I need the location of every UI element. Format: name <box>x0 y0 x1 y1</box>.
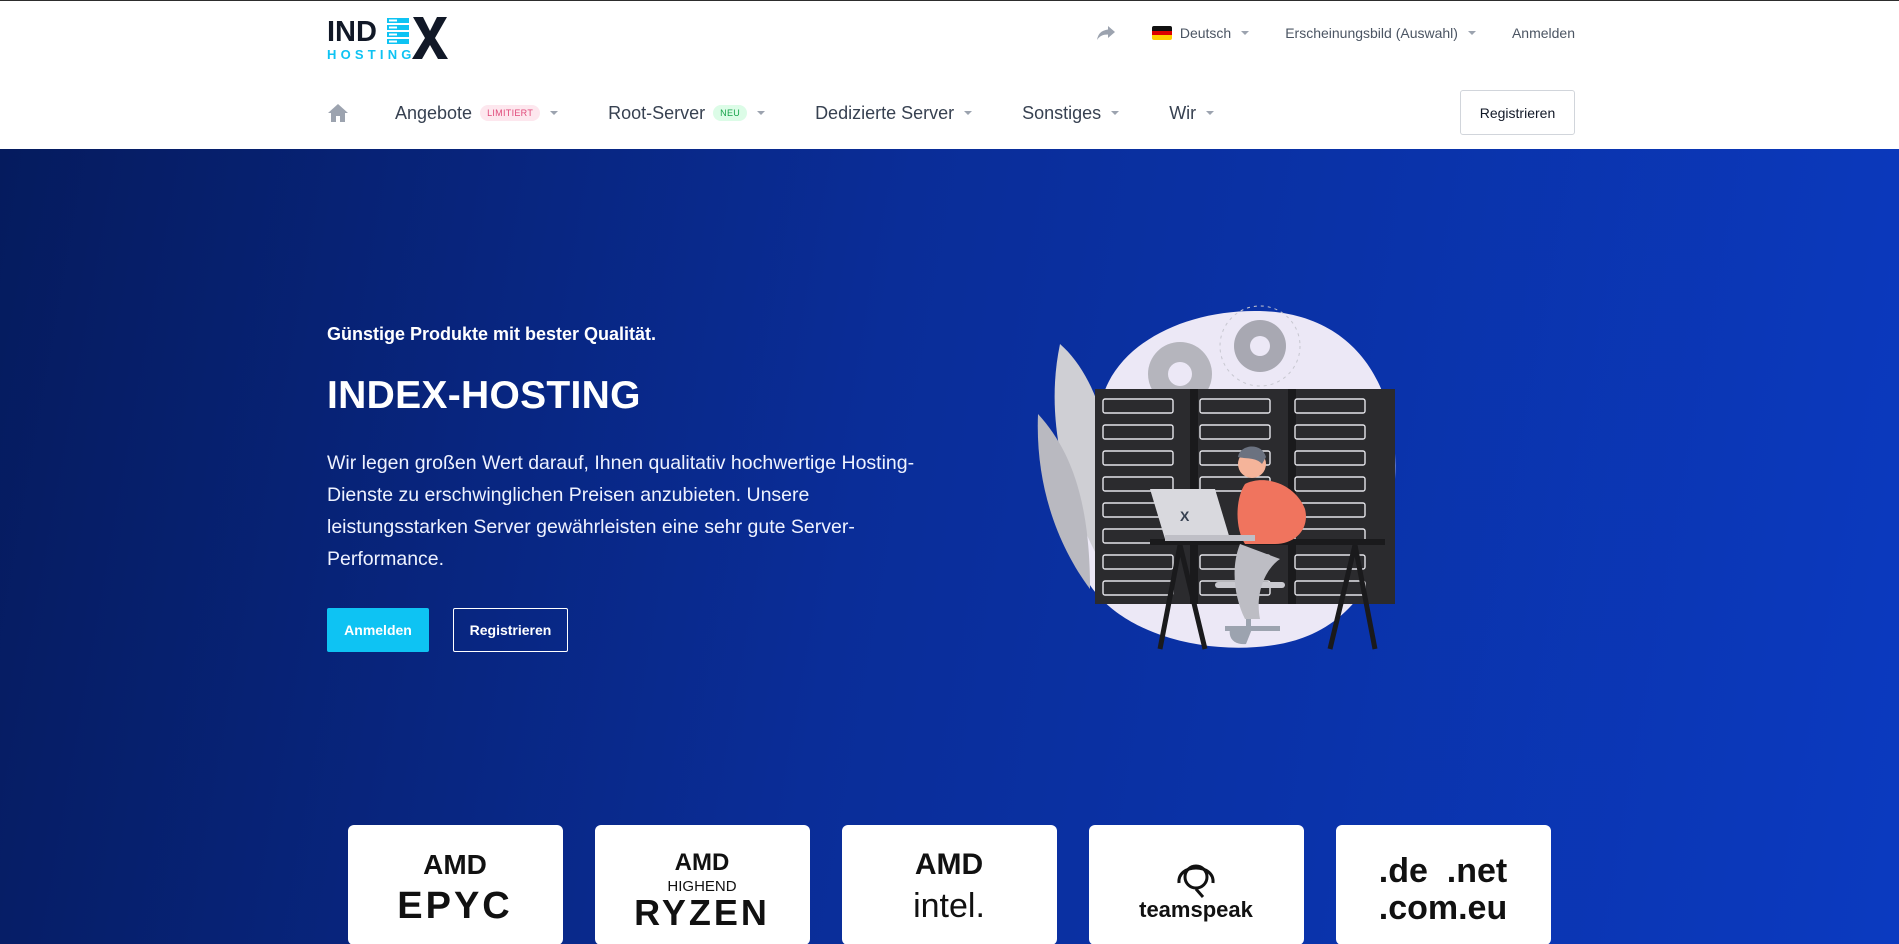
partner-line1: AMD <box>915 848 983 881</box>
domains-card: .de .net .com.eu <box>1336 825 1551 944</box>
nav-item-wir[interactable]: Wir <box>1169 102 1215 124</box>
chevron-down-icon <box>1206 111 1215 115</box>
amd-intel-card: AMD intel. <box>842 825 1057 944</box>
nav-item-angebote[interactable]: Angebote LIMITIERT <box>395 102 559 124</box>
login-link[interactable]: Anmelden <box>1512 25 1575 41</box>
nav-item-root-server[interactable]: Root-Server NEU <box>608 102 766 124</box>
hero-login-button[interactable]: Anmelden <box>327 608 429 652</box>
svg-text:IND: IND <box>327 16 377 48</box>
partner-line1: AMD <box>675 849 730 876</box>
nav-item-sonstiges[interactable]: Sonstiges <box>1022 102 1120 124</box>
chevron-down-icon <box>964 111 973 115</box>
amd-ryzen-card: AMD HIGHEND RYZEN <box>595 825 810 944</box>
chevron-down-icon <box>1467 31 1476 35</box>
appearance-label: Erscheinungsbild (Auswahl) <box>1285 25 1458 41</box>
nav-item-dedizierte-server[interactable]: Dedizierte Server <box>815 102 973 124</box>
partner-logos: AMD EPYC AMD HIGHEND RYZEN AMD intel. te… <box>348 825 1551 944</box>
main-nav: Angebote LIMITIERT Root-Server NEU Dediz… <box>327 99 1264 127</box>
nav-label: Sonstiges <box>1022 102 1102 123</box>
register-button[interactable]: Registrieren <box>1460 90 1575 135</box>
nav-label: Angebote <box>395 102 473 123</box>
appearance-selector[interactable]: Erscheinungsbild (Auswahl) <box>1285 25 1476 41</box>
chevron-down-icon <box>550 111 559 115</box>
nav-label: Root-Server <box>608 102 706 123</box>
partner-line1: AMD <box>423 849 487 880</box>
index-hosting-logo[interactable]: IND HOSTING <box>327 15 462 61</box>
hero-subtitle: Günstige Produkte mit bester Qualität. <box>327 324 657 344</box>
svg-text:X: X <box>1180 508 1190 524</box>
partner-line2: RYZEN <box>634 892 770 933</box>
site-header: IND HOSTING Deutsch Erscheinungsbild (Au… <box>0 1 1899 149</box>
partner-line2: EPYC <box>397 885 512 927</box>
chevron-down-icon <box>1241 31 1250 35</box>
server-admin-illustration: X <box>1037 305 1396 650</box>
svg-text:HOSTING: HOSTING <box>327 47 416 61</box>
home-icon[interactable] <box>327 103 349 123</box>
language-label: Deutsch <box>1179 25 1232 41</box>
hero-description: Wir legen großen Wert darauf, Ihnen qual… <box>327 452 915 570</box>
hero-title: INDEX-HOSTING <box>327 374 641 417</box>
share-button[interactable] <box>1096 25 1116 41</box>
partner-line1: .de .net <box>1379 852 1507 890</box>
hero-section: Günstige Produkte mit bester Qualität. I… <box>0 149 1899 944</box>
nav-label: Wir <box>1169 102 1197 123</box>
language-selector[interactable]: Deutsch <box>1151 25 1250 41</box>
partner-line2: intel. <box>913 887 985 925</box>
chevron-down-icon <box>757 111 766 115</box>
nav-label: Dedizierte Server <box>815 102 955 123</box>
partner-line2: .com.eu <box>1379 889 1507 927</box>
hero-register-button[interactable]: Registrieren <box>453 608 568 652</box>
top-utility-bar: Deutsch Erscheinungsbild (Auswahl) Anmel… <box>1096 25 1575 41</box>
partner-line2: teamspeak <box>1139 897 1254 922</box>
share-icon <box>1096 26 1115 40</box>
headset-icon <box>1177 864 1215 898</box>
new-badge: NEU <box>713 105 748 121</box>
teamspeak-card: teamspeak <box>1089 825 1304 944</box>
german-flag-icon <box>1151 26 1172 40</box>
chevron-down-icon <box>1111 111 1120 115</box>
limited-badge: LIMITIERT <box>480 105 541 121</box>
amd-epyc-card: AMD EPYC <box>348 825 563 944</box>
